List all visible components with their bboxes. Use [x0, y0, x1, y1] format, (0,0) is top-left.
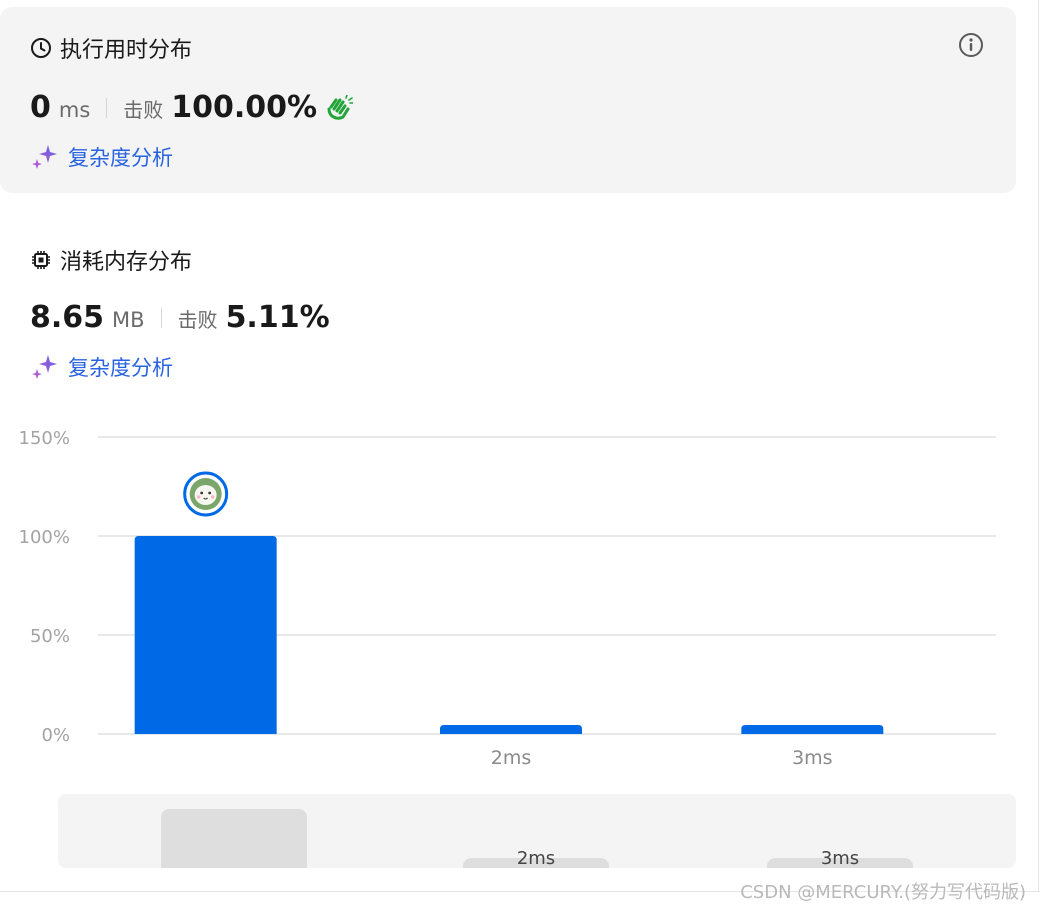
memory-complexity-label: 复杂度分析 — [68, 356, 173, 380]
memory-unit: MB — [112, 308, 145, 332]
navigator-label: 3ms — [820, 848, 860, 868]
avatar — [196, 495, 201, 499]
chart-bar — [440, 725, 582, 734]
stat-divider — [160, 307, 162, 328]
runtime-complexity-link[interactable]: 复杂度分析 — [30, 142, 173, 172]
memory-stats: 8.65 MB 击败 5.11% — [30, 300, 330, 335]
avatar — [194, 485, 217, 505]
memory-beats-label: 击败 — [177, 308, 218, 332]
memory-beats-value: 5.11% — [225, 300, 330, 335]
avatar — [210, 495, 215, 499]
navigator-bar — [161, 809, 307, 868]
y-tick-label: 50% — [30, 626, 70, 647]
y-tick-label: 150% — [19, 428, 70, 449]
runtime-title: 执行用时分布 — [30, 32, 192, 64]
navigator-label: 2ms — [516, 848, 556, 868]
runtime-beats-value: 100.00% — [171, 90, 318, 125]
clap-icon — [327, 94, 354, 120]
runtime-complexity-label: 复杂度分析 — [68, 146, 173, 170]
memory-value: 8.65 — [30, 300, 105, 335]
watermark: CSDN @MERCURY.(努力写代码版) — [740, 882, 1026, 903]
y-tick-label: 0% — [41, 725, 70, 746]
stat-divider — [106, 97, 108, 118]
chip-icon — [32, 251, 50, 269]
info-icon — [959, 33, 983, 57]
memory-title-text: 消耗内存分布 — [60, 250, 193, 275]
clock-icon — [31, 38, 51, 58]
x-tick-label: 3ms — [792, 747, 833, 769]
chart-bar — [741, 725, 884, 734]
avatar — [208, 491, 212, 495]
runtime-stats: 0 ms 击败 100.00% — [30, 90, 354, 125]
runtime-title-text: 执行用时分布 — [60, 38, 193, 63]
runtime-value: 0 — [30, 90, 51, 125]
runtime-beats-label: 击败 — [123, 98, 164, 122]
sparkle-icon — [32, 145, 57, 169]
distribution-chart[interactable]: 150% 100% 50% 0% 2ms 3ms — [0, 400, 1040, 780]
info-button[interactable] — [957, 31, 985, 59]
memory-title: 消耗内存分布 — [30, 244, 192, 276]
range-navigator[interactable]: 2ms 3ms — [58, 794, 1016, 868]
runtime-unit: ms — [58, 98, 91, 122]
x-tick-label: 2ms — [491, 747, 532, 769]
sparkle-icon — [32, 355, 57, 379]
chart-bar — [134, 536, 277, 734]
memory-complexity-link[interactable]: 复杂度分析 — [30, 352, 173, 382]
y-tick-label: 100% — [19, 527, 70, 548]
divider — [1038, 0, 1039, 891]
avatar — [200, 491, 204, 495]
